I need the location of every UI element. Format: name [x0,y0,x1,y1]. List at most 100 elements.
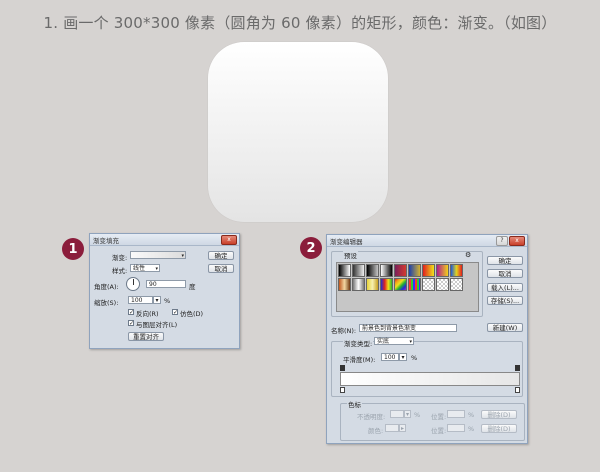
angle-label: 角度(A): [94,283,119,291]
gradient-type-label: 渐变类型: [343,338,374,348]
cancel-button[interactable]: 取消 [487,269,523,278]
preset-swatch[interactable] [380,264,393,277]
rounded-rectangle-preview [208,42,388,222]
gradient-editor-dialog: 渐变编辑器 ? x 预设 ⚙ 确定 取消 载入(L)... 存储(S)... 名… [326,234,528,444]
preset-swatch[interactable] [338,264,351,277]
presets-label: 预设 [343,250,358,260]
page-title: 1. 画一个 300*300 像素（圆角为 60 像素）的矩形，颜色：渐变。（如… [43,14,557,32]
step-badge-2: 2 [300,237,322,259]
checkbox-check-icon: ✓ [129,320,135,327]
preset-swatch[interactable] [366,278,379,291]
preset-swatch[interactable] [408,278,421,291]
preset-swatch[interactable] [408,264,421,277]
save-button[interactable]: 存储(S)... [487,296,523,305]
smoothness-unit: % [411,354,418,362]
scale-input[interactable]: 100 [128,296,153,304]
dither-checkbox[interactable]: ✓ [172,309,179,316]
reset-align-button[interactable]: 重置对齐 [128,332,164,341]
help-icon[interactable]: ? [496,236,508,246]
opacity-dropdown[interactable]: ▾ [404,410,411,418]
load-button[interactable]: 载入(L)... [487,283,523,292]
color-location-input[interactable] [447,424,465,432]
style-select[interactable]: 线性 ▾ [130,264,160,272]
scale-label: 缩放(S): [94,299,119,307]
gradient-preview-bar[interactable] [340,372,520,386]
preset-swatch[interactable] [352,278,365,291]
opacity-unit: % [414,411,421,419]
step-badge-1: 1 [62,238,84,260]
dither-label: 仿色(D) [180,310,204,318]
dropdown-arrow-icon: ▸ [400,425,404,432]
checkbox-check-icon: ✓ [129,309,135,316]
dropdown-arrow-icon: ▾ [409,339,412,345]
angle-input[interactable]: 90 [146,280,186,288]
color-label: 颜色: [368,427,384,435]
color-stop-icon[interactable] [340,365,345,371]
angle-dial-icon[interactable] [126,277,140,291]
cancel-button[interactable]: 取消 [208,264,234,273]
opacity-location-unit: % [468,411,475,419]
gradient-fill-dialog: 渐变填充 x 渐变: ▾ 确定 取消 样式: 线性 ▾ 角度(A): 90 度 … [89,233,240,349]
preset-swatch[interactable] [422,264,435,277]
smoothness-dropdown[interactable]: ▾ [399,353,407,361]
dialog-title: 渐变编辑器 [330,238,363,246]
preset-swatch[interactable] [422,278,435,291]
opacity-location-input[interactable] [447,410,465,418]
delete-opacity-stop-button[interactable]: 删除(D) [481,410,517,419]
color-stop-icon[interactable] [515,387,520,393]
preset-swatch[interactable] [394,264,407,277]
gradient-picker[interactable]: ▾ [130,251,186,259]
style-value: 线性 [133,265,146,272]
color-stop-icon[interactable] [340,387,345,393]
new-button[interactable]: 新建(W) [487,323,523,332]
presets-grid [336,262,479,312]
preset-swatch[interactable] [352,264,365,277]
preset-swatch[interactable] [394,278,407,291]
opacity-label: 不透明度: [357,413,386,421]
stops-group [340,403,525,441]
stops-label: 色标 [347,399,362,409]
gradient-type-select[interactable]: 实底 ▾ [374,337,414,345]
reverse-checkbox[interactable]: ✓ [128,309,135,316]
delete-color-stop-button[interactable]: 删除(D) [481,424,517,433]
color-dropdown[interactable]: ▸ [399,424,406,432]
scale-dropdown[interactable]: ▾ [153,296,161,304]
dialog-title: 渐变填充 [93,237,119,245]
smoothness-input[interactable]: 100 [381,353,399,361]
preset-swatch[interactable] [436,278,449,291]
opacity-location-label: 位置: [431,413,447,421]
ok-button[interactable]: 确定 [208,251,234,260]
dialog-titlebar[interactable]: 渐变编辑器 ? x [327,235,527,247]
angle-unit: 度 [189,283,196,291]
gradient-type-value: 实底 [377,338,390,345]
preset-swatch[interactable] [380,278,393,291]
close-icon[interactable]: x [221,235,237,245]
dropdown-arrow-icon: ▾ [181,253,184,259]
ok-button[interactable]: 确定 [487,256,523,265]
align-layer-label: 与图层对齐(L) [136,321,178,329]
preset-swatch[interactable] [450,278,463,291]
dropdown-arrow-icon: ▾ [155,297,159,304]
color-location-unit: % [468,425,475,433]
preset-swatch[interactable] [366,264,379,277]
gradient-label: 渐变: [112,254,128,262]
scale-unit: % [164,297,171,305]
gradient-type-group [331,341,523,397]
preset-swatch[interactable] [338,278,351,291]
align-layer-checkbox[interactable]: ✓ [128,320,135,327]
dropdown-arrow-icon: ▾ [405,411,409,418]
preset-swatch[interactable] [450,264,463,277]
color-swatch-field[interactable] [385,424,399,432]
gear-icon[interactable]: ⚙ [465,251,471,259]
color-stop-icon[interactable] [515,365,520,371]
reverse-label: 反向(R) [136,310,159,318]
name-input[interactable]: 前景色到背景色渐变 [359,324,457,332]
preset-swatch[interactable] [436,264,449,277]
style-label: 样式: [112,267,128,275]
opacity-input[interactable] [390,410,404,418]
dialog-titlebar[interactable]: 渐变填充 x [90,234,239,246]
checkbox-check-icon: ✓ [173,309,179,316]
close-icon[interactable]: x [509,236,525,246]
smoothness-label: 平滑度(M): [343,356,376,364]
color-location-label: 位置: [431,427,447,435]
